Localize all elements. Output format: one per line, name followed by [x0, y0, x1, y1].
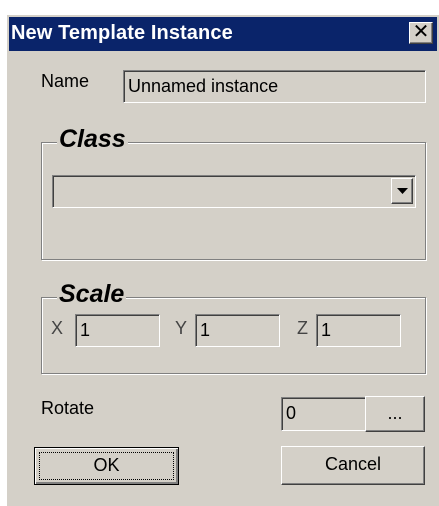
title-bar[interactable]: New Template Instance ✕	[9, 17, 437, 51]
scale-z-input[interactable]: 1	[316, 314, 401, 347]
class-select[interactable]	[52, 175, 416, 208]
class-group-title: Class	[57, 125, 128, 153]
name-input-value: Unnamed instance	[128, 76, 279, 96]
ok-button[interactable]: OK	[34, 447, 179, 485]
name-label: Name	[41, 71, 90, 91]
window-title: New Template Instance	[11, 22, 233, 44]
cancel-button-label: Cancel	[324, 454, 382, 474]
rotate-input[interactable]: 0	[281, 397, 366, 431]
scale-z-label: Z	[297, 318, 308, 338]
scale-z-value: 1	[321, 320, 332, 340]
scale-y-label: Y	[175, 318, 188, 338]
scale-group-title: Scale	[57, 280, 127, 308]
scale-y-input[interactable]: 1	[195, 314, 280, 347]
rotate-browse-button[interactable]: ...	[365, 396, 425, 432]
rotate-label: Rotate	[41, 398, 95, 418]
close-icon: ✕	[412, 21, 430, 43]
scale-x-input[interactable]: 1	[75, 314, 160, 347]
name-input[interactable]: Unnamed instance	[123, 70, 426, 103]
focus-rect	[39, 452, 174, 480]
cancel-button[interactable]: Cancel	[281, 446, 425, 485]
rotate-value: 0	[286, 403, 297, 423]
scale-y-value: 1	[200, 320, 211, 340]
rotate-browse-label: ...	[387, 403, 403, 423]
chevron-down-icon	[397, 188, 408, 194]
scale-x-value: 1	[80, 320, 91, 340]
class-dropdown-button[interactable]	[391, 178, 413, 204]
scale-x-label: X	[51, 318, 64, 338]
close-button[interactable]: ✕	[409, 22, 433, 44]
